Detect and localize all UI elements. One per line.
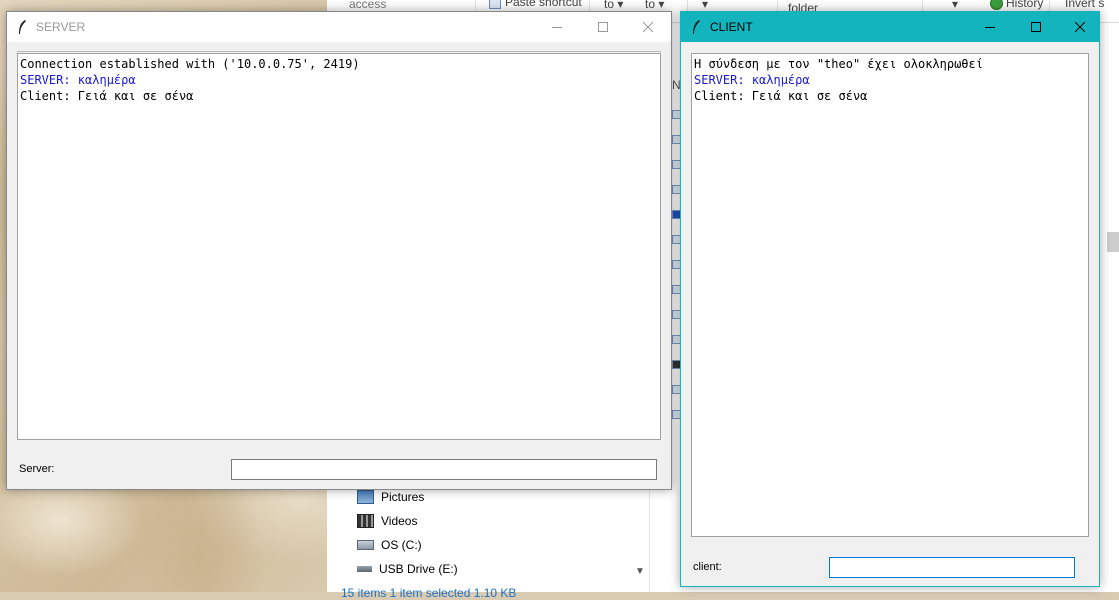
maximize-icon — [1031, 22, 1041, 32]
history-icon — [990, 0, 1003, 11]
tree-item-videos[interactable]: Videos — [357, 509, 657, 533]
minimize-button[interactable] — [534, 12, 580, 42]
tree-item-usb-drive[interactable]: USB Drive (E:) — [357, 557, 657, 581]
scroll-down-arrow-icon[interactable]: ▼ — [635, 566, 645, 577]
close-icon — [1075, 22, 1085, 32]
client-titlebar[interactable]: CLIENT — [681, 12, 1099, 42]
history-button[interactable]: History — [990, 0, 1043, 11]
pictures-icon — [357, 490, 374, 504]
chat-line-server: SERVER: καλημέρα — [20, 73, 136, 87]
ribbon-access-label[interactable]: access — [349, 0, 386, 11]
server-entry-label: Server: — [19, 463, 55, 475]
minimize-icon — [985, 27, 995, 28]
tree-item-label: Videos — [381, 514, 418, 528]
feather-icon — [693, 20, 700, 34]
maximize-button[interactable] — [580, 12, 626, 42]
chat-line: Client: Γειά και σε σένα — [20, 89, 194, 103]
copy-to-button[interactable]: to ▾ — [645, 0, 664, 11]
minimize-button[interactable] — [967, 12, 1013, 42]
usb-drive-icon — [357, 566, 372, 572]
server-message-input[interactable] — [231, 459, 657, 480]
maximize-button[interactable] — [1013, 12, 1059, 42]
videos-icon — [357, 514, 374, 528]
tree-item-os-drive[interactable]: OS (C:) — [357, 533, 657, 557]
properties-dropdown[interactable]: ▾ — [952, 0, 958, 11]
chat-line-server: SERVER: καλημέρα — [694, 73, 810, 87]
paste-shortcut-icon — [489, 0, 501, 9]
pane-divider[interactable] — [649, 490, 650, 592]
tree-item-label: USB Drive (E:) — [379, 562, 458, 576]
server-window: SERVER Connection established with ('10.… — [6, 11, 672, 490]
window-title: SERVER — [36, 20, 86, 34]
paste-shortcut-button[interactable]: Paste shortcut — [489, 0, 582, 9]
maximize-icon — [598, 22, 608, 32]
chat-log[interactable]: Η σύνδεση με τον "theo" έχει ολοκληρωθεί… — [691, 53, 1089, 537]
drive-icon — [357, 540, 374, 550]
chat-line: Η σύνδεση με τον "theo" έχει ολοκληρωθεί — [694, 57, 983, 71]
explorer-scrollbar-thumb[interactable] — [1107, 232, 1119, 252]
status-bar-text: 15 items 1 item selected 1.10 KB — [341, 586, 517, 600]
client-message-input[interactable] — [829, 557, 1075, 578]
close-button[interactable] — [1057, 12, 1103, 42]
invert-selection-button[interactable]: Invert s — [1065, 0, 1104, 10]
close-icon — [643, 22, 653, 32]
tree-item-label: OS (C:) — [381, 538, 422, 552]
feather-icon — [19, 20, 26, 34]
navigation-tree: Pictures Videos OS (C:) USB Drive (E:) — [357, 485, 657, 581]
client-window: CLIENT Η σύνδεση με τον "theo" έχει ολοκ… — [680, 11, 1100, 587]
minimize-icon — [552, 27, 562, 28]
delete-dropdown[interactable]: ▾ — [702, 0, 708, 11]
client-entry-label: client: — [693, 561, 722, 573]
chat-log[interactable]: Connection established with ('10.0.0.75'… — [17, 53, 661, 440]
chat-line: Client: Γειά και σε σένα — [694, 89, 868, 103]
chat-line: Connection established with ('10.0.0.75'… — [20, 57, 360, 71]
move-to-button[interactable]: to ▾ — [604, 0, 623, 11]
server-titlebar[interactable]: SERVER — [7, 12, 671, 42]
window-title: CLIENT — [710, 20, 753, 34]
close-button[interactable] — [625, 12, 671, 42]
tree-item-label: Pictures — [381, 490, 425, 504]
